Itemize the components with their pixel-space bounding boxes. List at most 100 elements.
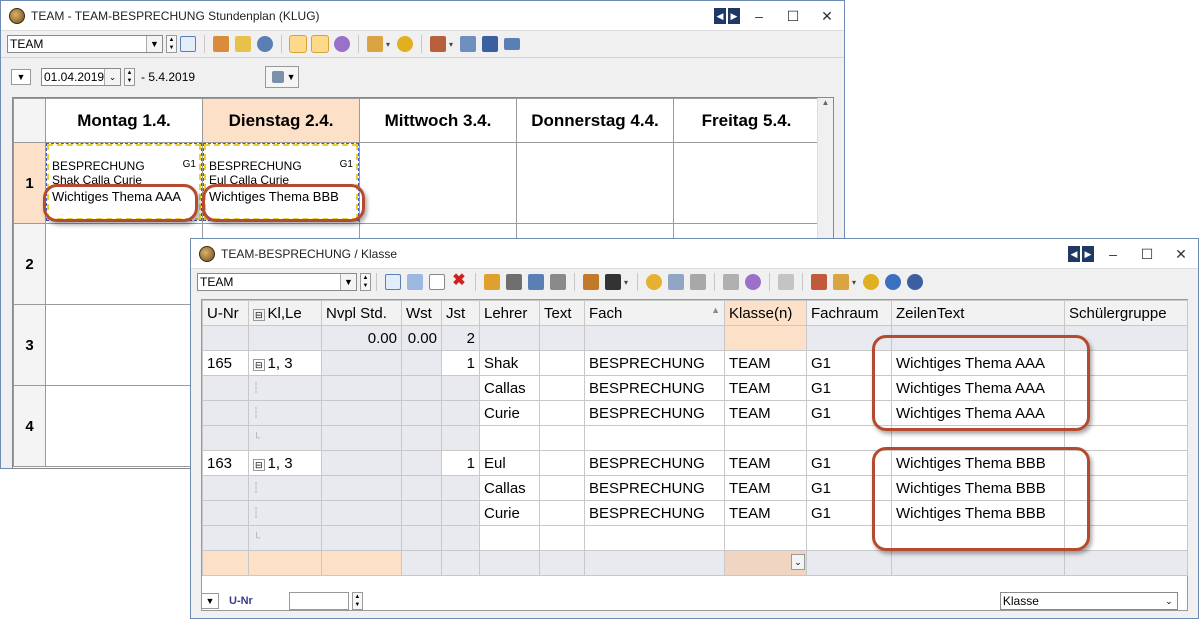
- fach-cell[interactable]: BESPRECHUNG: [584, 475, 725, 501]
- graduation-cap-icon[interactable]: [605, 274, 621, 290]
- minimize-button[interactable]: –: [1096, 246, 1130, 262]
- view-mode-button[interactable]: ▼: [265, 65, 300, 88]
- collapse-icon[interactable]: ⊟: [253, 458, 265, 471]
- unr-spinner[interactable]: ▲ ▼: [351, 592, 363, 610]
- lehrer-cell[interactable]: Eul: [479, 450, 540, 476]
- grid-icon[interactable]: [385, 274, 401, 290]
- day-header-monday[interactable]: Montag 1.4.: [45, 98, 203, 143]
- wand-icon[interactable]: [583, 274, 599, 290]
- new-row-icon[interactable]: [429, 274, 445, 290]
- day-header-thursday[interactable]: Donnerstag 4.4.: [516, 98, 674, 143]
- chevron-down-icon[interactable]: ▾: [852, 278, 856, 287]
- expand-dropdown-icon[interactable]: ▼: [11, 68, 31, 85]
- col-header-klle[interactable]: ⊟ Kl,Le: [248, 300, 322, 326]
- col-header-fach[interactable]: Fach ▲: [584, 300, 725, 326]
- date-spinner[interactable]: ▲ ▼: [124, 67, 135, 86]
- settings-page-icon[interactable]: [367, 36, 383, 52]
- delete-icon[interactable]: ✖: [451, 273, 467, 290]
- minimize-button[interactable]: –: [742, 8, 776, 24]
- col-header-schuelergruppe[interactable]: Schülergruppe: [1064, 300, 1188, 326]
- pencil-icon[interactable]: [289, 35, 307, 53]
- date-from-picker[interactable]: 01.04.2019 ⌄: [41, 67, 121, 86]
- filter-icon[interactable]: [506, 274, 522, 290]
- fach-cell[interactable]: BESPRECHUNG: [584, 450, 725, 476]
- empty-cell[interactable]: [45, 223, 203, 305]
- lock-icon[interactable]: [235, 36, 251, 52]
- pin-icon[interactable]: [311, 35, 329, 53]
- prev-window-arrow-icon[interactable]: ◀: [714, 8, 726, 24]
- day-header-friday[interactable]: Freitag 5.4.: [673, 98, 820, 143]
- settings-page-icon[interactable]: [833, 274, 850, 290]
- empty-cell[interactable]: [673, 142, 820, 224]
- lehrer-cell[interactable]: Shak: [479, 350, 540, 376]
- day-header-tuesday[interactable]: Dienstag 2.4.: [202, 98, 360, 143]
- people-icon[interactable]: [482, 36, 499, 52]
- next-window-arrow-icon[interactable]: ▶: [1082, 246, 1094, 262]
- maximize-button[interactable]: ☐: [776, 8, 810, 25]
- view-select[interactable]: Klasse ⌄: [999, 592, 1178, 610]
- list-menu-icon[interactable]: [504, 38, 521, 50]
- col-header-zeilentext[interactable]: ZeilenText: [891, 300, 1065, 326]
- dropdown-arrow-icon[interactable]: ⌄: [791, 554, 805, 570]
- col-header-lehrer[interactable]: Lehrer: [479, 300, 540, 326]
- export-icon[interactable]: [460, 36, 477, 52]
- sort-az-icon[interactable]: [528, 274, 544, 290]
- lehrer-cell[interactable]: Callas: [479, 475, 540, 501]
- list-icon[interactable]: [407, 274, 423, 290]
- klasse-entry-cell[interactable]: ⌄: [724, 550, 807, 576]
- chevron-down-icon[interactable]: ▾: [449, 40, 453, 49]
- close-button[interactable]: ✕: [810, 8, 844, 25]
- link-icon[interactable]: [550, 274, 566, 290]
- dropdown-arrow-icon[interactable]: ▼: [340, 274, 356, 290]
- collapse-icon[interactable]: ⊟: [253, 358, 265, 371]
- sort-icon[interactable]: [484, 274, 500, 290]
- flowers-icon[interactable]: [745, 274, 762, 290]
- help-icon[interactable]: [907, 274, 924, 290]
- lehrer-cell[interactable]: Curie: [479, 400, 540, 426]
- pencil-icon[interactable]: [811, 274, 828, 290]
- refresh-icon[interactable]: [885, 274, 902, 290]
- collapse-icon[interactable]: ⊟: [253, 308, 265, 321]
- scroll-up-icon[interactable]: ▲: [818, 98, 833, 107]
- col-header-jst[interactable]: Jst: [441, 300, 480, 326]
- chevron-down-icon[interactable]: ⌄: [1160, 593, 1177, 609]
- day-header-wednesday[interactable]: Mittwoch 3.4.: [359, 98, 517, 143]
- next-window-arrow-icon[interactable]: ▶: [728, 8, 740, 24]
- close-button[interactable]: ✕: [1164, 246, 1198, 263]
- maximize-button[interactable]: ☐: [1130, 246, 1164, 263]
- calendar-icon[interactable]: [668, 274, 685, 290]
- unr-input[interactable]: [288, 592, 349, 610]
- fach-cell[interactable]: BESPRECHUNG: [584, 350, 725, 376]
- flowers-icon[interactable]: [334, 36, 350, 52]
- undo-icon[interactable]: [257, 36, 273, 52]
- table-icon[interactable]: [690, 274, 707, 290]
- empty-cell[interactable]: [516, 142, 674, 224]
- empty-cell[interactable]: [45, 385, 203, 467]
- col-header-nvpl[interactable]: Nvpl Std.: [321, 300, 402, 326]
- print-icon[interactable]: [213, 36, 229, 52]
- dropdown-arrow-icon[interactable]: ▼: [146, 36, 162, 52]
- col-header-text[interactable]: Text: [539, 300, 585, 326]
- col-header-fachraum[interactable]: Fachraum: [806, 300, 892, 326]
- fach-cell[interactable]: BESPRECHUNG: [584, 400, 725, 426]
- clock-icon[interactable]: [646, 274, 663, 290]
- fach-cell[interactable]: BESPRECHUNG: [584, 375, 725, 401]
- class-select[interactable]: TEAM ▼: [197, 273, 357, 291]
- search-doc-icon[interactable]: [723, 274, 740, 290]
- users-icon[interactable]: [430, 36, 447, 52]
- lehrer-cell[interactable]: Callas: [479, 375, 540, 401]
- gear-icon[interactable]: [863, 274, 880, 290]
- col-header-wst[interactable]: Wst: [401, 300, 442, 326]
- empty-cell[interactable]: [45, 304, 203, 386]
- empty-cell[interactable]: [359, 142, 517, 224]
- klasse-cell[interactable]: TEAM: [724, 375, 807, 401]
- element-select[interactable]: TEAM ▼: [7, 35, 163, 53]
- chevron-down-icon[interactable]: ▾: [386, 40, 390, 49]
- unr-cell[interactable]: 163: [202, 450, 249, 476]
- klasse-cell[interactable]: TEAM: [724, 450, 807, 476]
- new-entry-row[interactable]: ⌄: [202, 550, 1188, 576]
- element-spinner[interactable]: ▲ ▼: [166, 35, 177, 53]
- comment-icon[interactable]: [778, 274, 795, 290]
- klasse-cell[interactable]: TEAM: [724, 500, 807, 526]
- chevron-down-icon[interactable]: ▾: [624, 278, 628, 287]
